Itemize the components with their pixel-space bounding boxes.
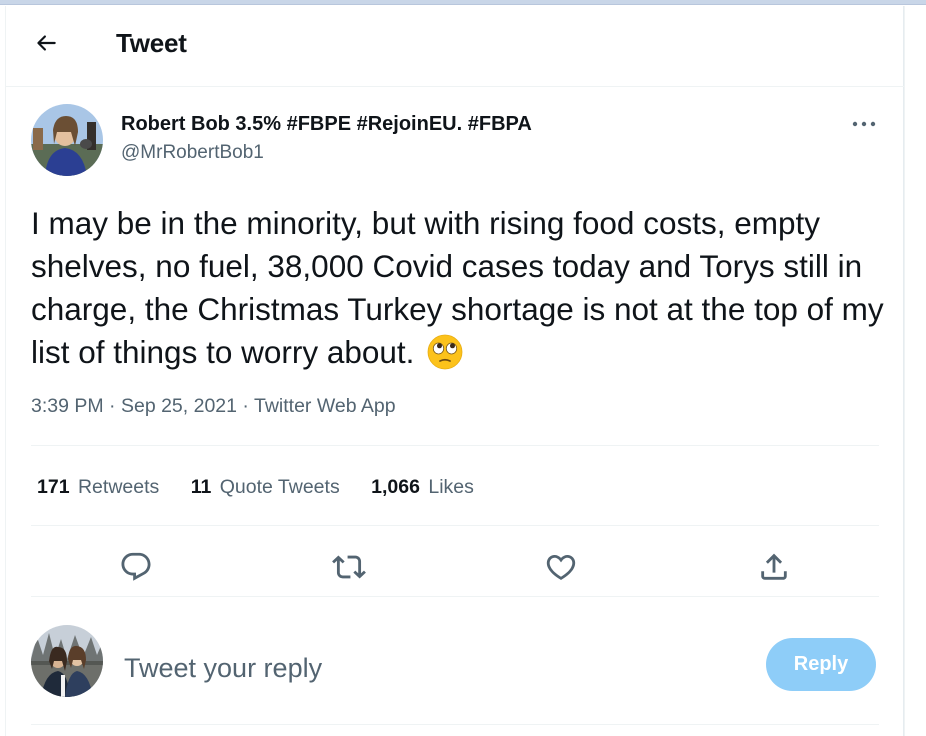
likes-count: 1,066 [371,476,420,498]
reply-input[interactable] [124,648,724,688]
retweets-label: Retweets [77,476,160,498]
page-title: Tweet [116,28,187,58]
retweets-count: 171 [37,476,70,498]
author-handle[interactable]: @MrRobertBob1 [121,142,264,164]
tweet-time[interactable]: 3:39 PM [31,395,104,417]
browser-top-border [0,0,926,5]
face-with-rolling-eyes-icon [427,334,463,370]
author-avatar[interactable] [31,104,103,176]
back-arrow-icon[interactable] [33,30,59,56]
tweet-text: I may be in the minority, but with risin… [31,202,891,374]
page-header: Tweet [6,6,904,87]
likes-label: Likes [428,476,474,498]
divider [31,724,879,725]
quote-tweets-count: 11 [190,476,212,498]
user-avatar[interactable] [31,625,103,697]
retweet-icon[interactable] [332,550,366,584]
tweet-metadata: 3:39 PM · Sep 25, 2021 · Twitter Web App [31,395,396,418]
divider [31,445,879,446]
quote-tweets-label: Quote Tweets [219,476,340,498]
meta-separator: · [237,395,254,417]
divider [31,596,879,597]
quote-tweets-stat[interactable]: 11 Quote Tweets [191,476,340,499]
likes-stat[interactable]: 1,066 Likes [371,476,474,499]
tweet-date[interactable]: Sep 25, 2021 [121,395,237,417]
divider [31,525,879,526]
like-icon[interactable] [544,550,578,584]
reply-button[interactable]: Reply [766,638,876,691]
more-options-icon[interactable] [844,114,884,134]
meta-separator: · [103,395,121,417]
share-icon[interactable] [757,550,791,584]
tweet-column: Tweet Robert Bob 3.5% #FBPE #RejoinEU. #… [5,6,905,736]
reply-icon[interactable] [119,550,153,584]
retweets-stat[interactable]: 171 Retweets [37,476,159,499]
tweet-source[interactable]: Twitter Web App [254,395,396,417]
author-name[interactable]: Robert Bob 3.5% #FBPE #RejoinEU. #FBPA [121,113,532,136]
engagement-stats: 171 Retweets 11 Quote Tweets 1,066 Likes [37,476,500,499]
